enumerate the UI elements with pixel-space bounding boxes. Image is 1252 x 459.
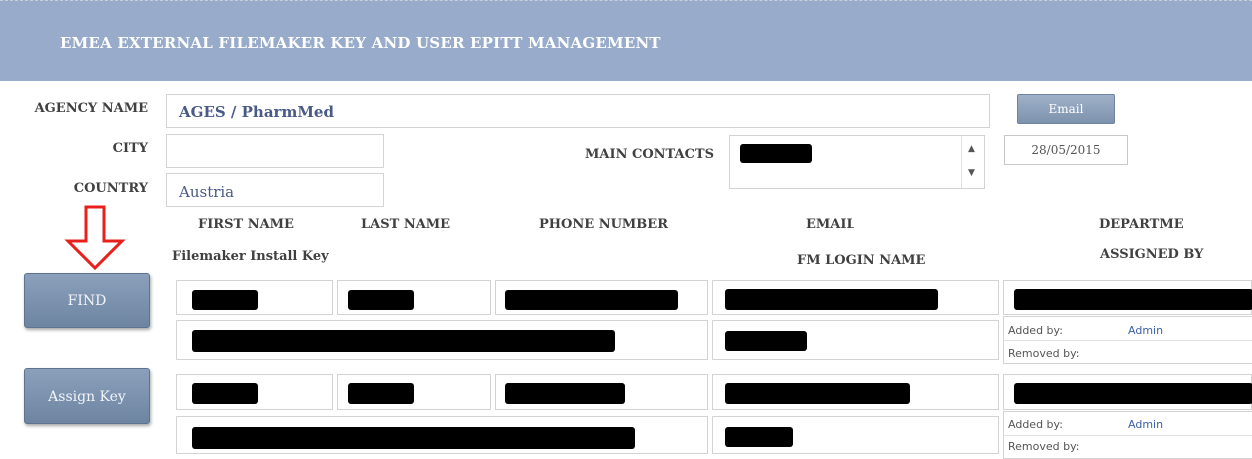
first-name-field[interactable] — [176, 280, 333, 315]
added-by-value[interactable]: Admin — [1128, 324, 1163, 337]
scroll-up-icon[interactable]: ▲ — [968, 144, 975, 154]
redacted-install-key — [192, 330, 615, 352]
date-field: 28/05/2015 — [1004, 135, 1128, 165]
department-field[interactable] — [1003, 280, 1252, 315]
email-field[interactable] — [712, 374, 999, 410]
assigned-by-header: ASSIGNED BY — [1100, 247, 1204, 262]
city-label: CITY — [112, 141, 148, 156]
find-button[interactable]: FIND — [24, 273, 150, 328]
contacts-scrollbar[interactable]: ▲ ▼ — [961, 136, 984, 188]
first-name-header: FIRST NAME — [198, 217, 294, 232]
email-field[interactable] — [712, 280, 999, 315]
redacted-department — [1014, 289, 1252, 310]
redacted-first-name — [192, 383, 258, 404]
scroll-down-icon[interactable]: ▼ — [968, 168, 975, 178]
removed-by-label: Removed by: — [1008, 347, 1080, 360]
annotation-arrow-icon — [64, 205, 126, 271]
main-contacts-label: MAIN CONTACTS — [585, 147, 714, 162]
redacted-phone — [505, 383, 625, 404]
phone-field[interactable] — [495, 374, 708, 410]
redacted-first-name — [192, 290, 258, 310]
phone-header: PHONE NUMBER — [539, 217, 669, 232]
last-name-header: LAST NAME — [361, 217, 451, 232]
city-field[interactable] — [166, 134, 384, 168]
email-header: EMAIL ADDRESS — [806, 217, 854, 231]
install-key-field[interactable] — [176, 320, 708, 360]
redacted-contact — [740, 144, 812, 163]
removed-by-label: Removed by: — [1008, 440, 1080, 453]
assign-key-button[interactable]: Assign Key — [24, 368, 150, 424]
last-name-field[interactable] — [337, 374, 491, 410]
page-title: EMEA EXTERNAL FILEMAKER KEY AND USER EPI… — [60, 34, 661, 52]
country-value: Austria — [179, 183, 235, 201]
redacted-last-name — [348, 383, 414, 404]
redacted-install-key — [192, 427, 635, 449]
title-bar: EMEA EXTERNAL FILEMAKER KEY AND USER EPI… — [0, 0, 1252, 81]
redacted-fm-login — [725, 427, 793, 447]
agency-name-field[interactable]: AGES / PharmMed — [166, 94, 990, 128]
first-name-field[interactable] — [176, 374, 333, 410]
department-field[interactable] — [1003, 374, 1252, 410]
fm-login-header: FM LOGIN NAME — [797, 253, 926, 268]
redacted-fm-login — [725, 331, 807, 351]
redacted-last-name — [348, 290, 414, 310]
email-button[interactable]: Email — [1017, 94, 1115, 124]
redacted-phone — [505, 290, 678, 310]
agency-name-label: AGENCY NAME — [34, 101, 148, 116]
install-key-field[interactable] — [176, 416, 708, 454]
country-field[interactable]: Austria — [166, 173, 384, 207]
redacted-email — [725, 383, 910, 404]
redacted-email — [725, 289, 938, 310]
main-contacts-list[interactable]: ▲ ▼ — [729, 135, 985, 189]
install-key-header: Filemaker Install Key — [172, 249, 329, 264]
department-header: DEPARTMENT — [1099, 217, 1184, 232]
last-name-field[interactable] — [337, 280, 491, 315]
fm-login-field[interactable] — [712, 416, 999, 454]
redacted-department — [1014, 383, 1252, 404]
fm-login-field[interactable] — [712, 320, 999, 360]
added-by-label: Added by: — [1008, 418, 1063, 431]
agency-name-value: AGES / PharmMed — [179, 103, 334, 121]
phone-field[interactable] — [495, 280, 708, 315]
country-label: COUNTRY — [73, 181, 148, 196]
added-by-value[interactable]: Admin — [1128, 418, 1163, 431]
added-by-label: Added by: — [1008, 324, 1063, 337]
